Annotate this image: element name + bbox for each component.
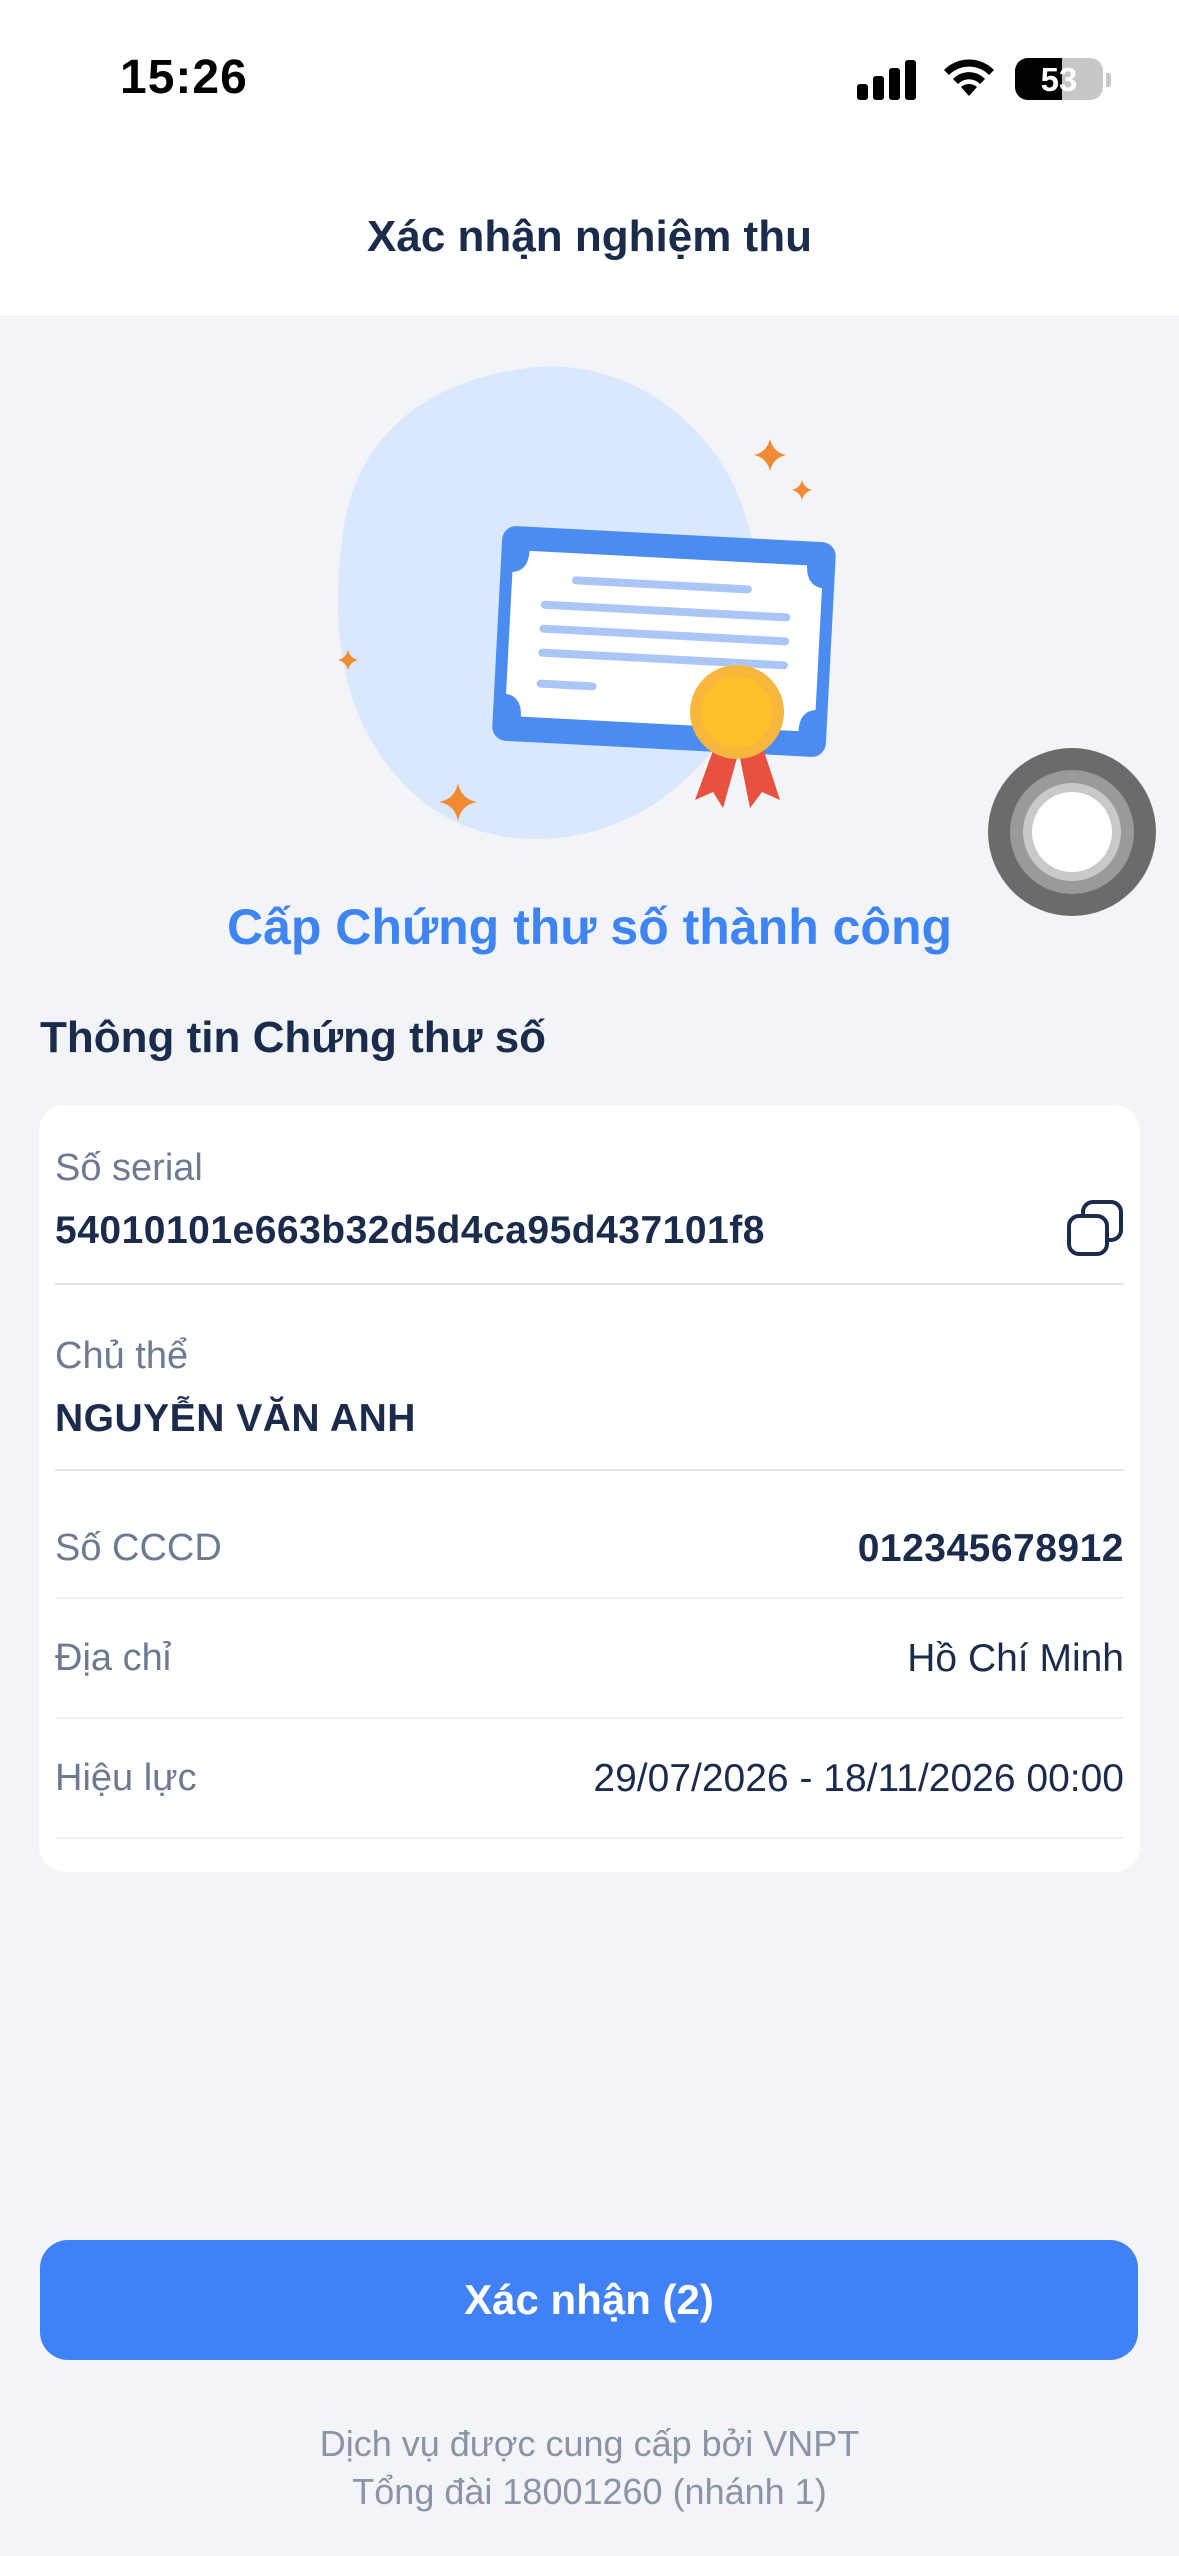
status-time: 15:26 (120, 51, 248, 104)
validity-label: Hiệu lực (55, 1757, 197, 1799)
hotline-text: Tổng đài 18001260 (nhánh 1) (352, 2471, 827, 2512)
subject-value: NGUYỄN VĂN ANH (55, 1397, 416, 1440)
certificate-card (492, 526, 836, 757)
success-title: Cấp Chứng thư số thành công (226, 899, 953, 955)
copy-icon[interactable] (1066, 1199, 1124, 1257)
footer: Dịch vụ được cung cấp bởi VNPT Tổng đài … (0, 2420, 1179, 2516)
subject-row: Chủ thể NGUYỄN VĂN ANH (55, 1285, 1124, 1471)
screen: 15:26 53 Xác nhận nghiệm thu Cấp Chứng t… (0, 0, 1179, 2556)
address-label: Địa chỉ (55, 1637, 172, 1679)
battery-icon: 53 (1015, 58, 1103, 100)
award-ribbon-icon (690, 665, 784, 808)
cccd-label: Số CCCD (55, 1527, 222, 1569)
cccd-value: 012345678912 (857, 1527, 1124, 1570)
serial-value: 54010101e663b32d5d4ca95d437101f8 (55, 1209, 765, 1252)
address-row: Địa chỉ Hồ Chí Minh (55, 1599, 1124, 1719)
cellular-signal-icon (857, 56, 917, 104)
address-value: Hồ Chí Minh (907, 1637, 1124, 1680)
section-title: Thông tin Chứng thư số (40, 1013, 547, 1062)
battery-tip (1106, 73, 1111, 87)
provider-text: Dịch vụ được cung cấp bởi VNPT (319, 2423, 860, 2464)
sparkle-icon (754, 439, 786, 471)
battery-percentage: 53 (1040, 61, 1078, 98)
certificate-info-card: Số serial 54010101e663b32d5d4ca95d437101… (39, 1105, 1140, 1872)
page-title: Xác nhận nghiệm thu (367, 212, 812, 261)
validity-value: 29/07/2026 - 18/11/2026 00:00 (593, 1757, 1124, 1800)
wifi-icon (944, 59, 994, 96)
assistive-touch-center (1032, 792, 1112, 872)
top-bar: 15:26 53 Xác nhận nghiệm thu (0, 0, 1179, 315)
subject-label: Chủ thể (55, 1335, 189, 1377)
serial-row: Số serial 54010101e663b32d5d4ca95d437101… (55, 1105, 1124, 1285)
cccd-row: Số CCCD 012345678912 (55, 1471, 1124, 1599)
validity-row: Hiệu lực 29/07/2026 - 18/11/2026 00:00 (55, 1719, 1124, 1839)
assistive-touch-button[interactable] (988, 748, 1156, 916)
sparkle-icon (792, 480, 812, 500)
certificate-illustration (337, 366, 836, 839)
status-icons: 53 (857, 56, 1111, 104)
serial-label: Số serial (55, 1147, 203, 1189)
confirm-button[interactable]: Xác nhận (2) (40, 2240, 1138, 2360)
